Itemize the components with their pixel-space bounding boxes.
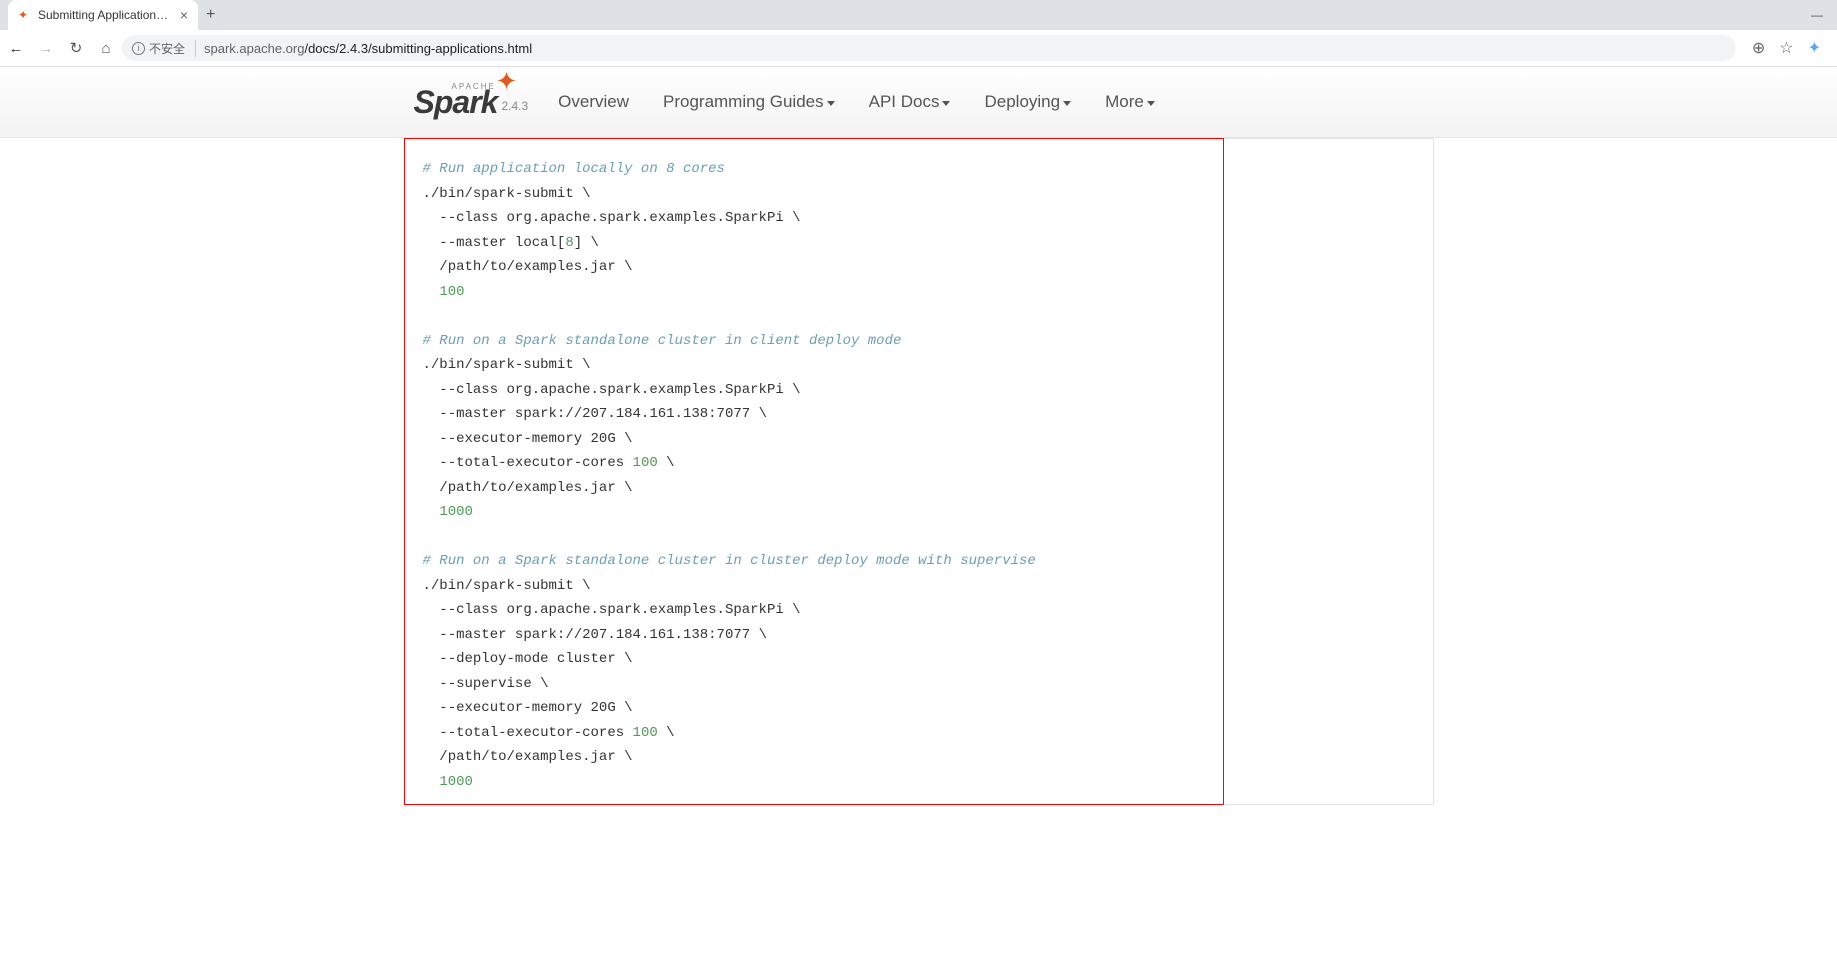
nav-item-label: Deploying <box>984 92 1060 112</box>
sidebar-column <box>1224 138 1434 805</box>
brand-apache-text: APACHE <box>452 82 496 91</box>
close-icon[interactable]: × <box>180 7 188 23</box>
forward-button[interactable]: → <box>38 40 54 56</box>
tab-title: Submitting Applications - Spa <box>38 8 174 22</box>
info-icon: i <box>132 42 145 55</box>
security-label: 不安全 <box>149 40 185 57</box>
caret-down-icon <box>942 101 950 106</box>
nav-item-more[interactable]: More <box>1105 92 1155 112</box>
zoom-icon[interactable]: ⊕ <box>1752 38 1765 58</box>
reload-button[interactable]: ↻ <box>68 40 84 56</box>
home-button[interactable]: ⌂ <box>98 40 114 56</box>
nav-item-deploying[interactable]: Deploying <box>984 92 1071 112</box>
caret-down-icon <box>1063 101 1071 106</box>
nav-item-label: More <box>1105 92 1144 112</box>
new-tab-button[interactable]: + <box>206 6 215 24</box>
content: # Run application locally on 8 cores ./b… <box>0 138 1837 805</box>
url-text: spark.apache.org/docs/2.4.3/submitting-a… <box>204 41 532 56</box>
spark-star-icon: ✦ <box>496 66 518 97</box>
nav-item-label: Overview <box>558 92 629 112</box>
extension-icon[interactable]: ✦ <box>1808 38 1821 58</box>
minimize-icon[interactable]: — <box>1811 8 1823 22</box>
nav-item-label: API Docs <box>869 92 940 112</box>
browser-toolbar: ← → ↻ ⌂ i 不安全 spark.apache.org/docs/2.4.… <box>0 30 1837 66</box>
security-badge[interactable]: i 不安全 <box>132 40 196 57</box>
spark-favicon-icon: ✦ <box>18 8 32 22</box>
tab-bar: ✦ Submitting Applications - Spa × + — <box>0 0 1837 30</box>
toolbar-right: ⊕ ☆ ✦ <box>1744 38 1829 58</box>
nav-item-label: Programming Guides <box>663 92 824 112</box>
url-bar[interactable]: i 不安全 spark.apache.org/docs/2.4.3/submit… <box>122 35 1736 61</box>
nav-item-api-docs[interactable]: API Docs <box>869 92 951 112</box>
browser-chrome: ✦ Submitting Applications - Spa × + — ← … <box>0 0 1837 67</box>
nav-item-programming-guides[interactable]: Programming Guides <box>663 92 835 112</box>
main-column: # Run application locally on 8 cores ./b… <box>404 138 1224 805</box>
caret-down-icon <box>827 101 835 106</box>
code-block: # Run application locally on 8 cores ./b… <box>423 157 1205 794</box>
nav-buttons: ← → ↻ ⌂ <box>8 40 114 56</box>
bookmark-icon[interactable]: ☆ <box>1779 38 1793 58</box>
site-navbar: APACHE Spark ✦ 2.4.3 Overview Programming… <box>0 67 1837 138</box>
caret-down-icon <box>1147 101 1155 106</box>
nav-items: Overview Programming Guides API Docs Deploy… <box>558 92 1155 112</box>
spark-logo: APACHE Spark ✦ <box>414 84 498 121</box>
brand-logo[interactable]: APACHE Spark ✦ 2.4.3 <box>414 84 529 121</box>
brand-version: 2.4.3 <box>501 99 528 113</box>
back-button[interactable]: ← <box>8 40 24 56</box>
window-controls: — <box>1811 8 1837 22</box>
browser-tab[interactable]: ✦ Submitting Applications - Spa × <box>8 0 198 30</box>
nav-item-overview[interactable]: Overview <box>558 92 629 112</box>
